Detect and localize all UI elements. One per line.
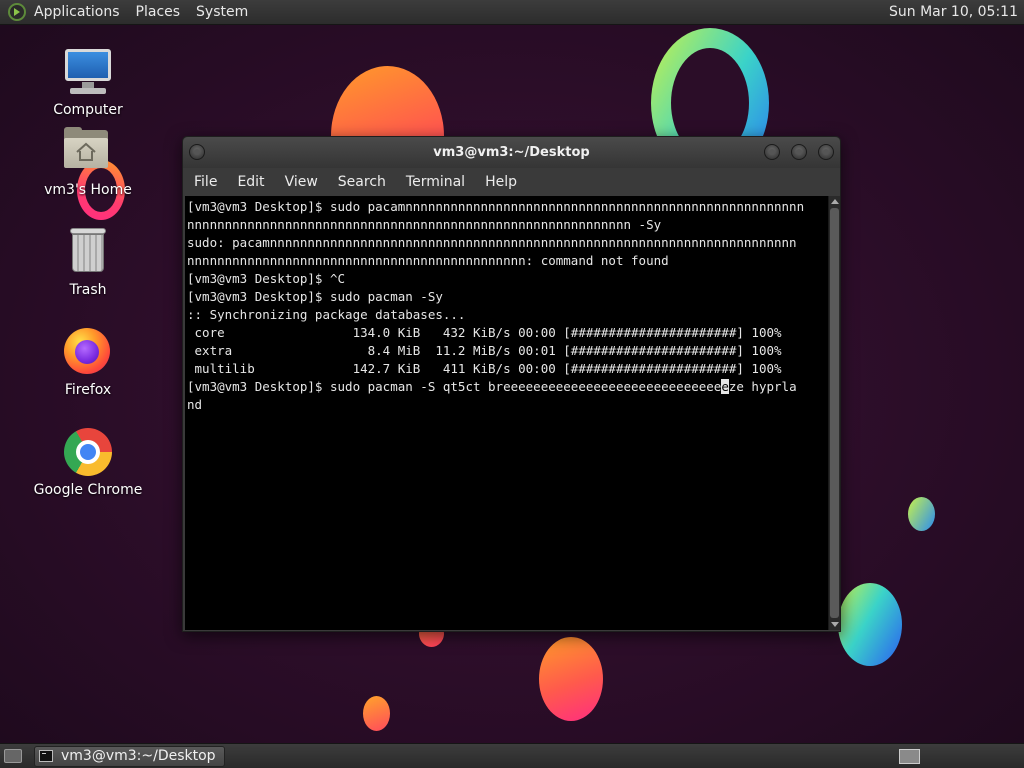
minimize-button[interactable] <box>764 144 780 160</box>
desktop-icon-home[interactable]: vm3's Home <box>33 126 143 198</box>
computer-icon <box>62 46 114 98</box>
close-button[interactable] <box>818 144 834 160</box>
menu-logo-icon[interactable] <box>8 3 26 21</box>
home-folder-icon <box>62 126 114 178</box>
terminal-line: [vm3@vm3 Desktop]$ sudo pacamnnnnnnnnnnn… <box>187 199 805 214</box>
firefox-icon <box>62 326 114 378</box>
terminal-line: extra 8.4 MiB 11.2 MiB/s 00:01 [########… <box>187 343 782 358</box>
window-menu-button[interactable] <box>189 144 205 160</box>
window-title: vm3@vm3:~/Desktop <box>433 145 590 160</box>
desktop-icon-computer[interactable]: Computer <box>33 46 143 118</box>
terminal-line: sudo: pacamnnnnnnnnnnnnnnnnnnnnnnnnnnnnn… <box>187 235 797 250</box>
terminal-line: [vm3@vm3 Desktop]$ sudo pacman -Sy <box>187 289 443 304</box>
maximize-button[interactable] <box>791 144 807 160</box>
terminal-window[interactable]: vm3@vm3:~/Desktop File Edit View Search … <box>182 136 841 632</box>
workspace-switcher[interactable] <box>899 748 920 764</box>
wallpaper-small-green-blob <box>908 497 935 531</box>
scroll-down-arrow-icon[interactable] <box>831 622 839 627</box>
desktop-icon-chrome[interactable]: Google Chrome <box>33 426 143 498</box>
menu-search[interactable]: Search <box>328 174 396 190</box>
menu-file[interactable]: File <box>183 174 227 190</box>
terminal-scrollbar[interactable] <box>828 196 840 630</box>
terminal-line: [vm3@vm3 Desktop]$ ^C <box>187 271 346 286</box>
desktop-icon-label: Trash <box>69 282 107 298</box>
menu-help[interactable]: Help <box>475 174 527 190</box>
menu-edit[interactable]: Edit <box>227 174 274 190</box>
trash-icon <box>62 226 114 278</box>
prompt-text-before-cursor: [vm3@vm3 Desktop]$ sudo pacman -S qt5ct … <box>187 379 722 394</box>
terminal-line: core 134.0 KiB 432 KiB/s 00:00 [########… <box>187 325 782 340</box>
places-menu[interactable]: Places <box>136 4 181 20</box>
scroll-up-arrow-icon[interactable] <box>831 199 839 204</box>
prompt-text-after-cursor: ze hyprla <box>728 379 797 394</box>
wallpaper-bottom-orange-blob <box>539 637 603 721</box>
desktop-icon-trash[interactable]: Trash <box>33 226 143 298</box>
bottom-panel: vm3@vm3:~/Desktop <box>0 743 1024 768</box>
terminal-prompt-line: [vm3@vm3 Desktop]$ sudo pacman -S qt5ct … <box>187 378 828 396</box>
chrome-icon <box>62 426 114 478</box>
desktop-icon-label: Google Chrome <box>33 482 143 498</box>
terminal-line: :: Synchronizing package databases... <box>187 307 466 322</box>
terminal-wrap-line: nd <box>187 397 203 412</box>
terminal-line: nnnnnnnnnnnnnnnnnnnnnnnnnnnnnnnnnnnnnnnn… <box>187 253 669 268</box>
clock[interactable]: Sun Mar 10, 05:11 <box>889 4 1018 20</box>
top-panel: Applications Places System Sun Mar 10, 0… <box>0 0 1024 25</box>
terminal-icon <box>39 750 53 762</box>
menu-terminal[interactable]: Terminal <box>396 174 475 190</box>
taskbar-button-label: vm3@vm3:~/Desktop <box>61 748 216 764</box>
desktop-icon-label: Firefox <box>64 382 112 398</box>
desktop-icon-firefox[interactable]: Firefox <box>33 326 143 398</box>
terminal-output[interactable]: [vm3@vm3 Desktop]$ sudo pacamnnnnnnnnnnn… <box>185 196 828 630</box>
applications-menu[interactable]: Applications <box>34 4 120 20</box>
terminal-titlebar[interactable]: vm3@vm3:~/Desktop <box>183 137 840 168</box>
taskbar-terminal-button[interactable]: vm3@vm3:~/Desktop <box>34 745 225 767</box>
text-cursor: e <box>721 379 729 394</box>
desktop-icon-label: vm3's Home <box>44 182 132 198</box>
show-desktop-icon[interactable] <box>4 749 22 763</box>
terminal-menubar: File Edit View Search Terminal Help <box>183 168 840 196</box>
wallpaper-small-orange-blob <box>363 696 390 731</box>
menu-view[interactable]: View <box>275 174 328 190</box>
scrollbar-thumb[interactable] <box>830 208 839 618</box>
terminal-line: multilib 142.7 KiB 411 KiB/s 00:00 [####… <box>187 361 782 376</box>
wallpaper-green-blob <box>838 583 902 666</box>
desktop-icon-label: Computer <box>53 102 123 118</box>
system-menu[interactable]: System <box>196 4 248 20</box>
terminal-line: nnnnnnnnnnnnnnnnnnnnnnnnnnnnnnnnnnnnnnnn… <box>187 217 662 232</box>
